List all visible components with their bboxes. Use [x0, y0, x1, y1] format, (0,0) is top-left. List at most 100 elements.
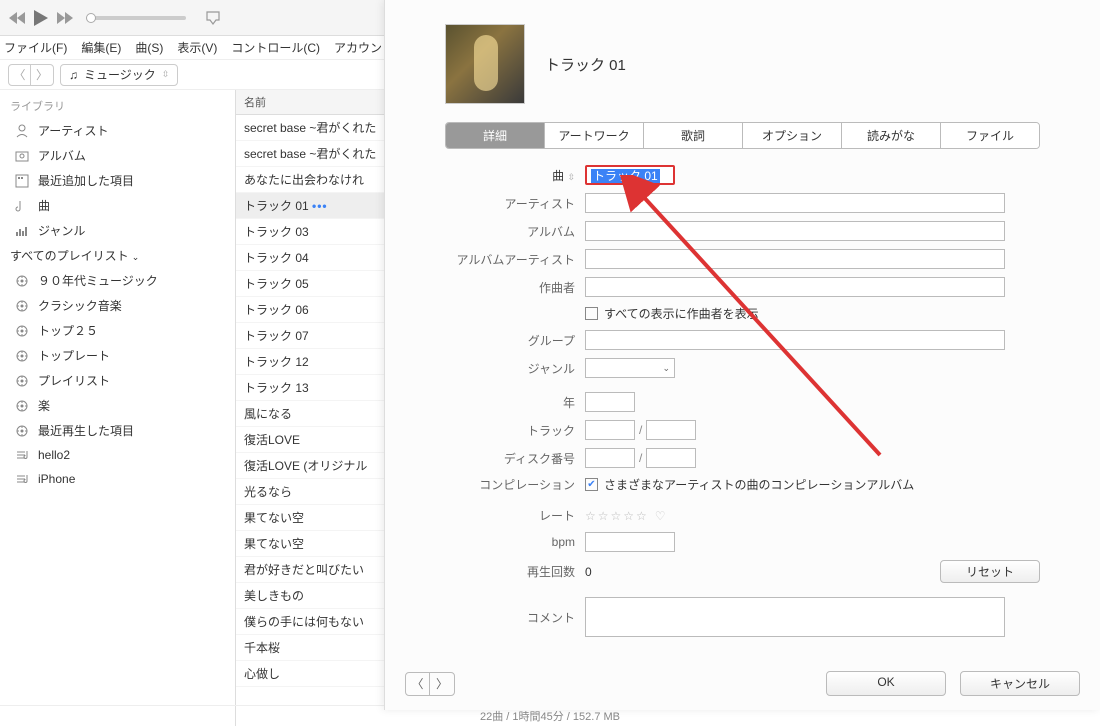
track-label: トラック: [445, 422, 585, 439]
play-button[interactable]: [32, 9, 50, 27]
sidebar-icon: [14, 123, 30, 139]
track-name: 復活LOVE: [244, 433, 300, 447]
next-button[interactable]: [56, 9, 74, 27]
track-name: 復活LOVE (オリジナル: [244, 459, 367, 473]
disc-total-field[interactable]: [646, 448, 696, 468]
tab-lyrics[interactable]: 歌詞: [644, 123, 743, 148]
track-name: 光るなら: [244, 485, 292, 499]
menu-item[interactable]: コントロール(C): [231, 39, 320, 56]
sidebar: ライブラリ アーティストアルバム最近追加した項目曲ジャンル すべてのプレイリスト…: [0, 90, 236, 726]
bpm-label: bpm: [445, 535, 585, 549]
group-field[interactable]: [585, 330, 1005, 350]
gear-icon: [14, 348, 30, 364]
gear-icon: [14, 398, 30, 414]
composer-field[interactable]: [585, 277, 1005, 297]
disc-num-field[interactable]: [585, 448, 635, 468]
back-button[interactable]: 〈: [9, 65, 31, 85]
sidebar-playlist-item[interactable]: クラシック音楽: [0, 293, 235, 318]
song-field[interactable]: トラック 01: [585, 165, 675, 185]
albumartist-label: アルバムアーティスト: [445, 251, 585, 268]
rating-stars[interactable]: ☆☆☆☆☆: [585, 509, 649, 523]
sidebar-playlist-item[interactable]: プレイリスト: [0, 368, 235, 393]
sidebar-item[interactable]: アルバム: [0, 143, 235, 168]
track-name: トラック 13: [244, 381, 309, 395]
track-num-field[interactable]: [585, 420, 635, 440]
ok-button[interactable]: OK: [826, 671, 946, 696]
dialog-nav: 〈 〉: [405, 672, 455, 696]
sidebar-playlist-item[interactable]: ９０年代ミュージック: [0, 268, 235, 293]
details-form: 曲 ⇳ トラック 01 アーティスト アルバム アルバムアーティスト 作曲者 す…: [385, 165, 1100, 637]
menu-item[interactable]: ファイル(F): [4, 39, 67, 56]
sidebar-item-label: hello2: [38, 448, 70, 462]
sidebar-playlist-item[interactable]: 最近再生した項目: [0, 418, 235, 443]
sidebar-item-label: クラシック音楽: [38, 297, 122, 314]
comment-label: コメント: [445, 609, 585, 626]
sidebar-playlist-item[interactable]: トップ２５: [0, 318, 235, 343]
track-name: トラック 04: [244, 251, 309, 265]
volume-slider[interactable]: [86, 16, 186, 20]
sidebar-item-label: 最近追加した項目: [38, 172, 134, 189]
forward-button[interactable]: 〉: [31, 65, 53, 85]
track-name: トラック 06: [244, 303, 309, 317]
albumartist-field[interactable]: [585, 249, 1005, 269]
sidebar-playlist-item[interactable]: トップレート: [0, 343, 235, 368]
tab-file[interactable]: ファイル: [941, 123, 1039, 148]
music-note-icon: ♫: [69, 68, 78, 82]
sidebar-item[interactable]: ジャンル: [0, 218, 235, 243]
gear-icon: [14, 298, 30, 314]
sidebar-header-playlists: すべてのプレイリスト ⌄: [0, 243, 235, 268]
prev-track-button[interactable]: 〈: [406, 673, 430, 695]
tab-options[interactable]: オプション: [743, 123, 842, 148]
disc-label: ディスク番号: [445, 450, 585, 467]
airplay-icon[interactable]: [204, 9, 222, 27]
sidebar-icon: [14, 173, 30, 189]
album-label: アルバム: [445, 223, 585, 240]
track-total-field[interactable]: [646, 420, 696, 440]
track-name: 美しきもの: [244, 589, 304, 603]
gear-icon: [14, 323, 30, 339]
cancel-button[interactable]: キャンセル: [960, 671, 1080, 696]
composer-checkbox[interactable]: [585, 307, 598, 320]
sidebar-playlist-item[interactable]: 楽: [0, 393, 235, 418]
compilation-checkbox[interactable]: ✔: [585, 478, 598, 491]
next-track-button[interactable]: 〉: [430, 673, 454, 695]
chevron-icon: ⇳: [162, 69, 170, 80]
library-dropdown[interactable]: ♫ ミュージック ⇳: [60, 64, 178, 86]
tab-details[interactable]: 詳細: [446, 123, 545, 148]
bpm-field[interactable]: [585, 532, 675, 552]
more-icon[interactable]: •••: [312, 199, 328, 213]
menu-item[interactable]: 曲(S): [135, 39, 163, 56]
prev-button[interactable]: [8, 9, 26, 27]
track-name: あなたに出会わなけれ: [244, 173, 364, 187]
menu-item[interactable]: アカウン: [334, 39, 382, 56]
sidebar-icon: [14, 198, 30, 214]
menu-item[interactable]: 表示(V): [177, 39, 217, 56]
year-field[interactable]: [585, 392, 635, 412]
album-field[interactable]: [585, 221, 1005, 241]
love-icon[interactable]: ♡: [655, 509, 666, 523]
sidebar-item-label: トップ２５: [38, 322, 98, 339]
reset-button[interactable]: リセット: [940, 560, 1040, 583]
gear-icon: [14, 447, 30, 463]
comment-field[interactable]: [585, 597, 1005, 637]
sidebar-item[interactable]: アーティスト: [0, 118, 235, 143]
sidebar-item[interactable]: 曲: [0, 193, 235, 218]
sidebar-playlist-item[interactable]: iPhone: [0, 467, 235, 491]
genre-label: ジャンル: [445, 360, 585, 377]
sidebar-item-label: アーティスト: [38, 122, 109, 139]
tab-sorting[interactable]: 読みがな: [842, 123, 941, 148]
tab-artwork[interactable]: アートワーク: [545, 123, 644, 148]
composer-label: 作曲者: [445, 279, 585, 296]
menu-item[interactable]: 編集(E): [81, 39, 121, 56]
sidebar-item-label: ９０年代ミュージック: [38, 272, 158, 289]
track-name: 心做し: [244, 667, 280, 681]
sidebar-header-library: ライブラリ: [0, 94, 235, 118]
track-name: トラック 12: [244, 355, 309, 369]
genre-select[interactable]: ⌄: [585, 358, 675, 378]
artist-field[interactable]: [585, 193, 1005, 213]
sidebar-playlist-item[interactable]: hello2: [0, 443, 235, 467]
track-name: 君が好きだと叫びたい: [244, 563, 364, 577]
sidebar-item-label: iPhone: [38, 472, 75, 486]
track-name: 僕らの手には何もない: [244, 615, 364, 629]
sidebar-item[interactable]: 最近追加した項目: [0, 168, 235, 193]
